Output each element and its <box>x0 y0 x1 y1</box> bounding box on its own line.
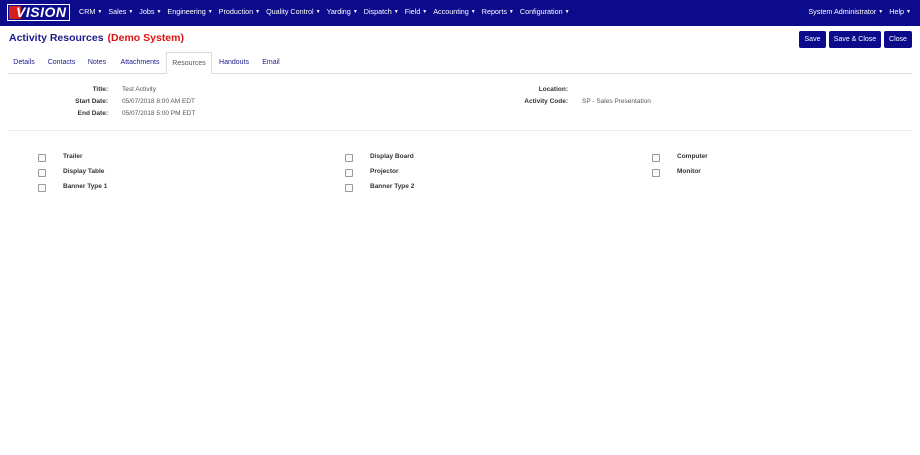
tab-handouts[interactable]: Handouts <box>214 52 254 73</box>
vision-logo[interactable]: VISION <box>7 4 70 21</box>
resource-label-display-board: Display Board <box>370 153 414 160</box>
close-button[interactable]: Close <box>884 31 912 48</box>
menu-production-label: Production <box>218 7 254 16</box>
menu-field-label: Field <box>404 7 421 16</box>
activity-code-label: Activity Code: <box>524 98 568 105</box>
menu-jobs-label: Jobs <box>139 7 155 16</box>
page-title-text: Activity Resources <box>9 32 104 44</box>
checkbox-banner-type-1[interactable] <box>38 184 46 192</box>
checkbox-monitor[interactable] <box>652 169 660 177</box>
menu-production[interactable]: Production ▼ <box>219 7 260 16</box>
checkbox-projector[interactable] <box>345 169 353 177</box>
caret-down-icon: ▼ <box>906 9 911 16</box>
menu-reports[interactable]: Reports ▼ <box>482 7 514 16</box>
title-label: Title: <box>92 86 108 93</box>
menu-yarding[interactable]: Yarding ▼ <box>327 7 358 16</box>
menu-engineering[interactable]: Engineering ▼ <box>167 7 212 16</box>
menu-engineering-label: Engineering <box>167 7 206 16</box>
tab-contacts[interactable]: Contacts <box>45 52 78 73</box>
menu-field[interactable]: Field ▼ <box>405 7 428 16</box>
user-menu[interactable]: System Administrator ▼ <box>808 7 883 16</box>
caret-down-icon: ▼ <box>156 9 162 16</box>
title-value: Test Activity <box>122 86 156 93</box>
save-button[interactable]: Save <box>799 31 826 48</box>
caret-down-icon: ▼ <box>564 9 570 16</box>
menu-sales[interactable]: Sales ▼ <box>108 7 133 16</box>
location-label: Location: <box>538 86 568 93</box>
caret-down-icon: ▼ <box>128 9 134 16</box>
user-menu-label: System Administrator <box>808 7 877 16</box>
caret-down-icon: ▼ <box>315 9 321 16</box>
checkbox-banner-type-2[interactable] <box>345 184 353 192</box>
user-menu-area: System Administrator ▼ Help ▼ <box>802 7 911 16</box>
end-date-value: 05/07/2018 5:00 PM EDT <box>122 110 196 117</box>
tab-email[interactable]: Email <box>258 52 284 73</box>
menu-crm-label: CRM <box>79 7 96 16</box>
start-date-value: 05/07/2018 8:00 AM EDT <box>122 98 195 105</box>
menu-configuration[interactable]: Configuration ▼ <box>520 7 570 16</box>
save-close-button[interactable]: Save & Close <box>829 31 881 48</box>
tab-notes[interactable]: Notes <box>85 52 109 73</box>
caret-down-icon: ▼ <box>508 9 514 16</box>
menu-quality-control[interactable]: Quality Control ▼ <box>266 7 321 16</box>
tab-attachments[interactable]: Attachments <box>116 52 164 73</box>
menu-sales-label: Sales <box>108 7 127 16</box>
menu-quality-control-label: Quality Control <box>266 7 314 16</box>
caret-down-icon: ▼ <box>470 9 476 16</box>
menu-reports-label: Reports <box>481 7 507 16</box>
resource-label-monitor: Monitor <box>677 168 701 175</box>
resource-label-trailer: Trailer <box>63 153 83 160</box>
resource-label-banner-type-2: Banner Type 2 <box>370 183 415 190</box>
caret-down-icon: ▼ <box>352 9 358 16</box>
checkbox-computer[interactable] <box>652 154 660 162</box>
activity-code-value: SP - Sales Presentation <box>582 98 651 105</box>
caret-down-icon: ▼ <box>878 9 884 16</box>
tab-bar: Details Contacts Notes Attachments Resou… <box>8 52 912 74</box>
checkbox-display-board[interactable] <box>345 154 353 162</box>
menu-accounting-label: Accounting <box>433 7 469 16</box>
demo-system-label: (Demo System) <box>107 32 184 44</box>
menu-dispatch[interactable]: Dispatch ▼ <box>364 7 399 16</box>
menu-yarding-label: Yarding <box>326 7 351 16</box>
tab-details[interactable]: Details <box>8 52 40 73</box>
caret-down-icon: ▼ <box>393 9 399 16</box>
logo-text: VISION <box>16 4 67 20</box>
resource-label-display-table: Display Table <box>63 168 105 175</box>
menu-crm[interactable]: CRM ▼ <box>79 7 102 16</box>
top-navbar: VISION CRM ▼ Sales ▼ Jobs ▼ Engineering ▼ Pr… <box>0 0 920 26</box>
checkbox-trailer[interactable] <box>38 154 46 162</box>
menu-accounting[interactable]: Accounting ▼ <box>433 7 476 16</box>
page-title: Activity Resources (Demo System) <box>9 32 184 44</box>
caret-down-icon: ▼ <box>422 9 428 16</box>
help-menu[interactable]: Help ▼ <box>889 7 911 16</box>
menu-jobs[interactable]: Jobs ▼ <box>139 7 161 16</box>
caret-down-icon: ▼ <box>255 9 261 16</box>
checkbox-display-table[interactable] <box>38 169 46 177</box>
caret-down-icon: ▼ <box>207 9 213 16</box>
section-divider <box>8 130 912 131</box>
end-date-label: End Date: <box>77 110 108 117</box>
main-menu: CRM ▼ Sales ▼ Jobs ▼ Engineering ▼ Productio… <box>79 7 576 16</box>
resource-label-computer: Computer <box>677 153 708 160</box>
menu-configuration-label: Configuration <box>519 7 563 16</box>
resource-label-projector: Projector <box>370 168 399 175</box>
tab-resources[interactable]: Resources <box>166 52 212 74</box>
caret-down-icon: ▼ <box>97 9 103 16</box>
menu-dispatch-label: Dispatch <box>363 7 392 16</box>
logo-inner: VISION <box>8 4 69 20</box>
start-date-label: Start Date: <box>75 98 108 105</box>
help-menu-label: Help <box>889 7 905 16</box>
resource-label-banner-type-1: Banner Type 1 <box>63 183 108 190</box>
